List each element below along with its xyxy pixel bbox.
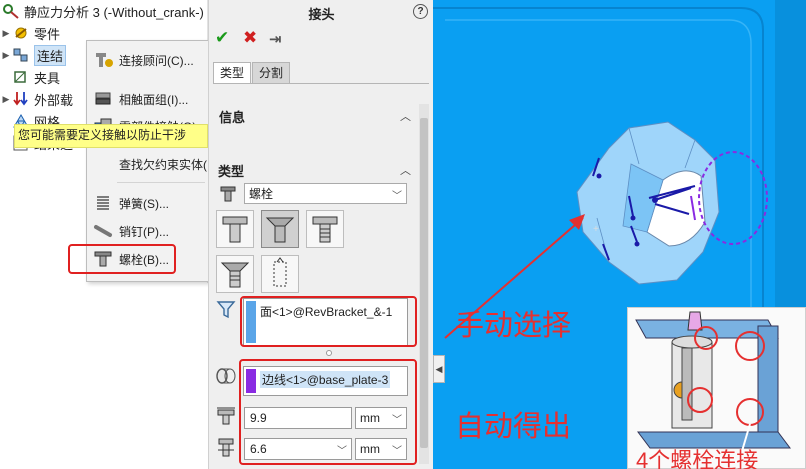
info-section-header[interactable]: 信息 bbox=[219, 107, 245, 126]
auto-values-highlight bbox=[239, 359, 417, 465]
expand-arrow-icon[interactable]: ▶ bbox=[0, 94, 12, 105]
menu-item-find-underconstrained[interactable]: 查找欠约束实体( bbox=[87, 153, 211, 175]
splitter-handle[interactable] bbox=[326, 350, 332, 356]
tree-item-label: 外部载 bbox=[34, 92, 74, 108]
study-title: 静应力分析 3 (-Without_crank-) bbox=[24, 4, 204, 20]
spring-icon bbox=[93, 194, 115, 212]
tab-split[interactable]: 分割 bbox=[252, 62, 291, 84]
head-diameter-icon bbox=[216, 407, 236, 427]
contact-set-icon bbox=[93, 90, 115, 108]
bolt-type-icon bbox=[218, 184, 238, 204]
standard-bolt-button[interactable] bbox=[216, 210, 254, 248]
menu-item-contact-set[interactable]: 相触面组(I)... bbox=[87, 88, 211, 110]
menu-separator bbox=[117, 182, 205, 183]
chevron-down-icon: ﹀ bbox=[392, 191, 402, 202]
cancel-button[interactable]: ✖ bbox=[243, 28, 257, 48]
menu-item-spring[interactable]: 弹簧(S)... bbox=[87, 192, 211, 214]
cylinder-edge-icon bbox=[214, 366, 236, 386]
parts-icon bbox=[12, 25, 30, 41]
collapse-panel-button[interactable]: ◀ bbox=[433, 355, 445, 383]
manual-selection-annotation: 手动选择 bbox=[455, 310, 572, 342]
tree-item-label: 零件 bbox=[34, 26, 61, 42]
pin-dialog-button[interactable]: ⇥ bbox=[269, 30, 282, 48]
external-loads-icon bbox=[12, 91, 30, 107]
auto-derived-annotation: 自动得出 bbox=[455, 411, 572, 443]
countersink-nut-bolt-button[interactable] bbox=[216, 255, 254, 293]
foundation-bolt-button[interactable] bbox=[306, 210, 344, 248]
pin-icon bbox=[93, 222, 115, 240]
tree-item-label: 夹具 bbox=[34, 70, 61, 86]
collapse-chevron-icon[interactable]: ︿ bbox=[400, 108, 411, 124]
expand-arrow-icon[interactable]: ▶ bbox=[0, 50, 12, 61]
pin-bolt-button[interactable] bbox=[261, 255, 299, 293]
tab-type[interactable]: 类型 bbox=[213, 62, 252, 84]
menu-item-connection-advisor[interactable]: 连接顾问(C)... bbox=[87, 49, 211, 71]
shank-diameter-icon bbox=[216, 437, 236, 459]
tree-item-parts[interactable]: ▶ 零件 bbox=[0, 22, 60, 44]
connection-advisor-icon bbox=[93, 51, 115, 69]
tree-study-row[interactable]: 静应力分析 3 (-Without_crank-) bbox=[2, 0, 204, 22]
fixture-icon bbox=[12, 69, 30, 85]
collapse-chevron-icon[interactable]: ︿ bbox=[400, 162, 411, 178]
study-icon bbox=[2, 3, 20, 19]
tree-item-label: 连结 bbox=[34, 44, 67, 66]
type-section-header[interactable]: 类型 bbox=[218, 161, 244, 180]
pm-title: 接头 bbox=[308, 7, 335, 22]
bolt-menu-highlight bbox=[68, 244, 176, 274]
info-message: 您可能需要定义接触以防止干涉 bbox=[14, 124, 208, 148]
ok-button[interactable]: ✔ bbox=[215, 28, 229, 48]
expand-arrow-icon[interactable]: ▶ bbox=[0, 28, 12, 39]
tree-item-external-loads[interactable]: ▶ 外部载 bbox=[0, 88, 73, 110]
tree-item-fixtures[interactable]: 夹具 bbox=[12, 66, 60, 88]
connector-type-select[interactable]: 螺栓 ﹀ bbox=[244, 183, 407, 204]
help-icon[interactable]: ? bbox=[413, 4, 428, 19]
manual-selection-highlight bbox=[240, 296, 417, 347]
countersink-bolt-button[interactable] bbox=[261, 210, 299, 248]
connections-icon bbox=[12, 47, 30, 63]
inset-caption: 4个螺栓连接 bbox=[636, 448, 759, 469]
menu-item-pin[interactable]: 销钉(P)... bbox=[87, 220, 211, 242]
svg-text:+: + bbox=[593, 224, 599, 235]
funnel-icon bbox=[216, 300, 236, 320]
pm-tabs: 类型 分割 bbox=[213, 62, 291, 84]
pm-scrollbar[interactable] bbox=[419, 104, 429, 464]
tree-item-connections[interactable]: ▶ 连结 bbox=[0, 44, 67, 66]
